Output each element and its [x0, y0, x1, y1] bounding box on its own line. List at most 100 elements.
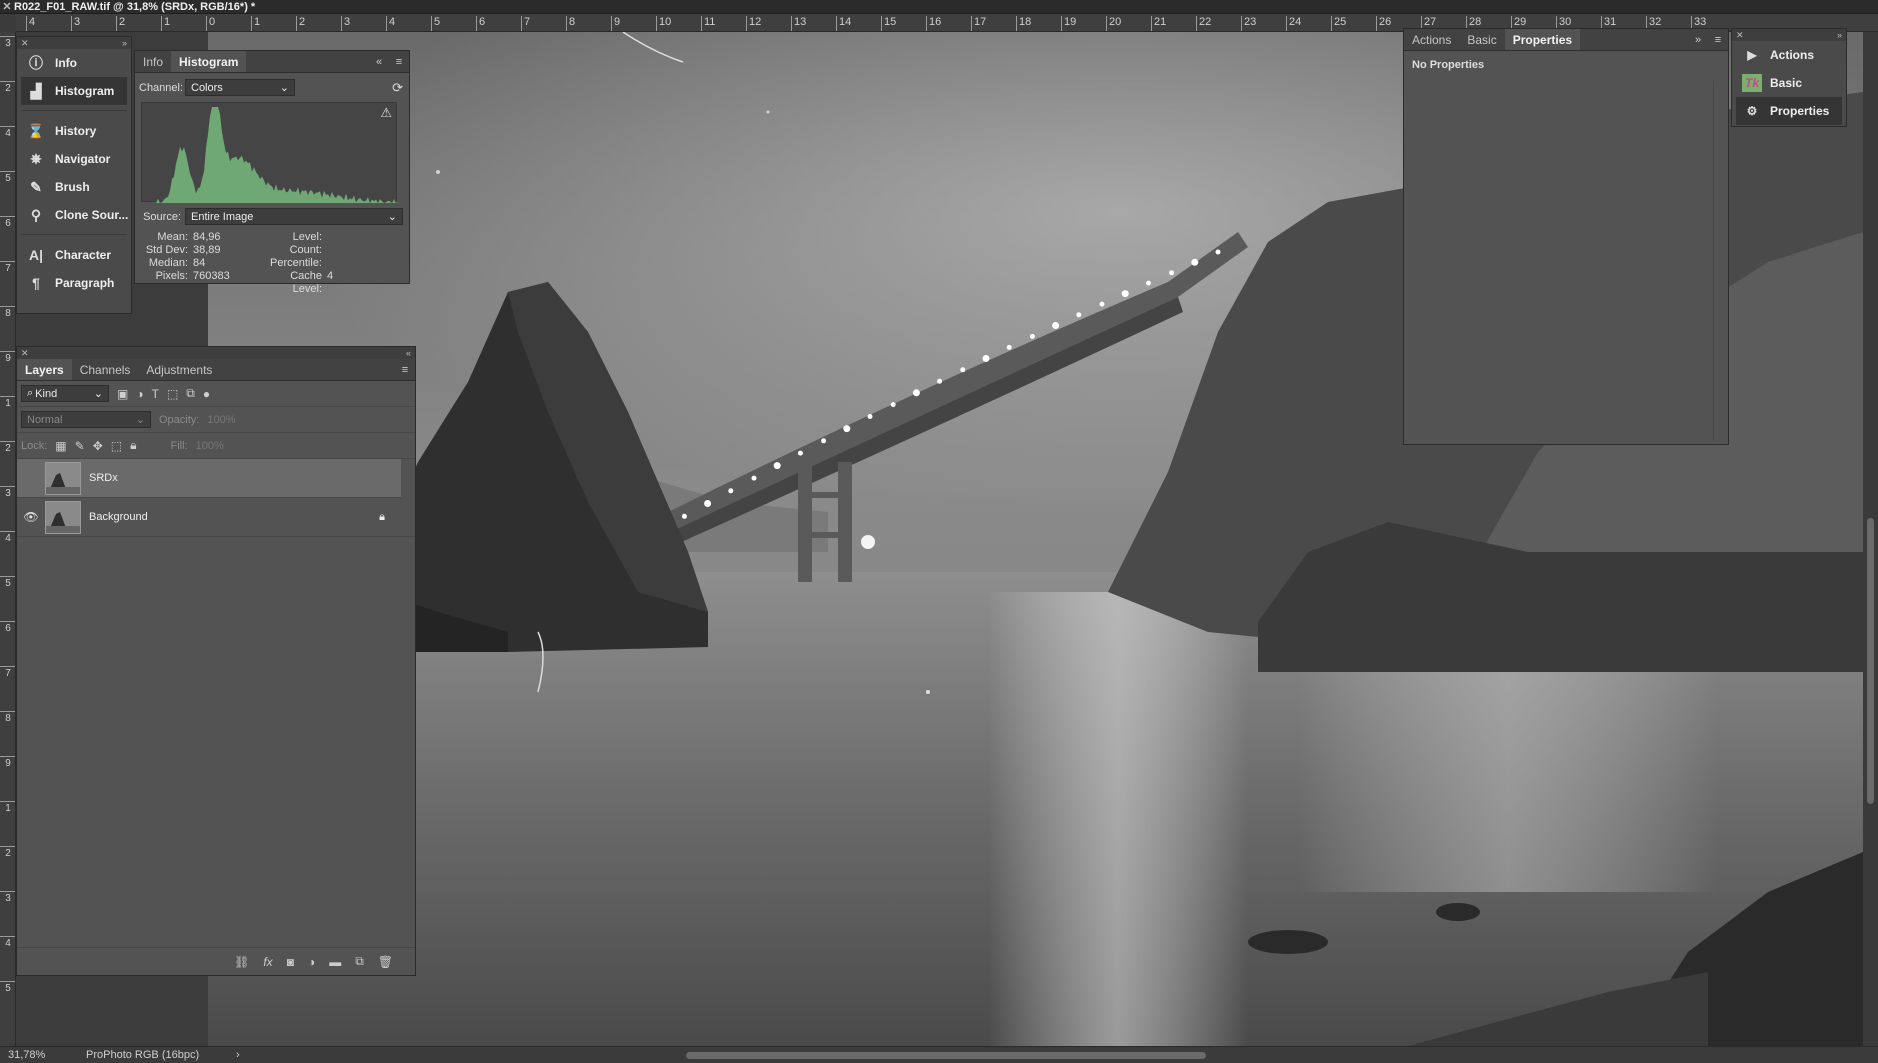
tab-histogram[interactable]: Histogram	[171, 51, 247, 72]
horizontal-scroll-thumb[interactable]	[686, 1052, 1206, 1059]
vertical-scroll-thumb[interactable]	[1867, 518, 1874, 804]
channel-select[interactable]: Colors ⌄	[185, 79, 295, 96]
histogram-icon: ▟	[30, 82, 42, 99]
add-mask-icon[interactable]: ◙	[287, 955, 294, 969]
clone-source-icon: ⚲	[30, 206, 42, 223]
close-document-icon[interactable]: ✕	[0, 0, 14, 13]
collapse-panel-icon[interactable]: «	[369, 51, 389, 72]
fill-label: Fill:	[170, 439, 188, 452]
source-select[interactable]: Entire Image ⌄	[185, 208, 403, 225]
blend-row: Normal ⌄ Opacity: 100%	[17, 407, 415, 433]
expand-panel-icon[interactable]: »	[1688, 29, 1708, 50]
new-group-icon[interactable]: ▬	[329, 955, 341, 969]
zoom-level[interactable]: 31,78%	[0, 1049, 86, 1061]
layer-thumbnail	[45, 461, 81, 495]
lock-position-icon[interactable]: ✥	[93, 439, 103, 453]
dock-item-actions[interactable]: ▶ Actions	[1732, 41, 1846, 69]
character-icon: A|	[28, 247, 44, 263]
panel-menu-icon[interactable]: ≡	[389, 51, 409, 72]
bridge-light	[821, 438, 827, 444]
layers-dock-header: ✕ «	[17, 347, 415, 359]
ruler-tick-label: 10	[656, 16, 671, 31]
chevron-down-icon: ⌄	[279, 82, 289, 94]
tab-info[interactable]: Info	[135, 51, 171, 72]
ruler-tick-label: 12	[746, 16, 761, 31]
dock-item-properties[interactable]: ⚙ Properties	[1736, 97, 1842, 125]
bridge-light	[704, 500, 712, 507]
vertical-scrollbar[interactable]	[1863, 32, 1878, 1046]
dock-item-info[interactable]: ⓘ Info	[17, 49, 131, 77]
layer-row-srdx[interactable]: SRDx	[17, 459, 401, 498]
lock-icon[interactable]: 🔒︎	[379, 511, 385, 524]
filter-kind-select[interactable]: ⌕ Kind ⌄	[21, 385, 109, 402]
ruler-tick-label: 0	[206, 16, 215, 31]
fx-icon[interactable]: fx	[263, 955, 272, 969]
ruler-tick-label: 2	[116, 16, 125, 31]
lock-transparent-icon[interactable]: ▦	[55, 439, 66, 453]
collapse-icon[interactable]: »	[122, 38, 127, 48]
collapse-icon[interactable]: »	[1837, 30, 1842, 40]
ruler-tick-label: 14	[836, 16, 851, 31]
vertical-ruler[interactable]: 3 2 4 5 6 7 8 9 1 2 3 4 5 6 7 8 9 1 2 3 4 5	[0, 32, 16, 1046]
ruler-tick-label: 9	[0, 756, 15, 769]
tab-basic[interactable]: Basic	[1459, 29, 1504, 50]
tab-adjustments[interactable]: Adjustments	[138, 359, 220, 380]
type-layer-filter-icon[interactable]: T	[152, 387, 159, 401]
bridge-light	[867, 414, 873, 419]
tab-layers[interactable]: Layers	[17, 359, 72, 380]
document-profile[interactable]: ProPhoto RGB (16bpc)	[86, 1049, 236, 1061]
blend-mode-select[interactable]: Normal ⌄	[21, 411, 151, 428]
layer-name: Background	[89, 511, 148, 523]
trash-icon[interactable]: 🗑︎	[378, 955, 393, 969]
ruler-tick-label: 21	[1151, 16, 1166, 31]
new-layer-icon[interactable]: ⧉	[355, 954, 364, 969]
lock-artboard-icon[interactable]: ⬚	[111, 439, 122, 453]
panel-menu-icon[interactable]: ≡	[1708, 29, 1728, 50]
layers-tabs: Layers Channels Adjustments ≡	[17, 359, 415, 381]
panel-menu-icon[interactable]: ≡	[395, 359, 415, 380]
lock-image-icon[interactable]: ✎	[75, 439, 85, 453]
warning-icon[interactable]: ⚠	[380, 105, 392, 121]
fill-value[interactable]: 100%	[196, 440, 224, 452]
dock-item-character[interactable]: A| Character	[17, 241, 131, 269]
dock-item-brush[interactable]: ✎ Brush	[17, 173, 131, 201]
lock-row: Lock: ▦ ✎ ✥ ⬚ 🔒︎ Fill: 100%	[17, 433, 415, 459]
ruler-tick-label: 4	[0, 126, 15, 139]
close-icon[interactable]: ✕	[21, 38, 29, 49]
refresh-icon[interactable]: ⟳	[392, 80, 403, 96]
info-icon: ⓘ	[29, 55, 43, 71]
lock-all-icon[interactable]: 🔒︎	[130, 438, 136, 453]
ruler-tick-label: 1	[0, 396, 15, 409]
dock-item-basic[interactable]: Tk Basic	[1732, 69, 1846, 97]
tab-channels[interactable]: Channels	[72, 359, 139, 380]
close-icon[interactable]: ✕	[1736, 30, 1744, 41]
ruler-tick-label: 3	[0, 36, 15, 49]
dock-item-paragraph[interactable]: ¶ Paragraph	[17, 269, 131, 297]
ruler-tick-label: 11	[701, 16, 715, 31]
dock-item-navigator[interactable]: ✵ Navigator	[17, 145, 131, 173]
dock-item-history[interactable]: ⌛ History	[17, 117, 131, 145]
dock-item-histogram[interactable]: ▟ Histogram	[21, 77, 127, 105]
brush-icon: ✎	[30, 178, 42, 195]
eye-icon[interactable]: 👁︎	[17, 510, 45, 524]
new-adjustment-icon[interactable]: ◑	[308, 955, 315, 969]
pixel-layer-filter-icon[interactable]: ▣	[117, 387, 128, 401]
ruler-tick-label: 3	[341, 16, 350, 31]
smart-object-filter-icon[interactable]: ⧉	[186, 386, 195, 401]
shape-layer-filter-icon[interactable]: ⬚	[167, 387, 178, 401]
document-title[interactable]: R022_F01_RAW.tif @ 31,8% (SRDx, RGB/16*)…	[14, 1, 255, 13]
layer-row-background[interactable]: 👁︎ Background 🔒︎	[17, 498, 415, 537]
tab-actions[interactable]: Actions	[1404, 29, 1459, 50]
filter-toggle-icon[interactable]: ●	[203, 387, 210, 401]
link-layers-icon[interactable]: ⛓	[234, 955, 249, 969]
dock-item-clone-source[interactable]: ⚲ Clone Sour...	[17, 201, 131, 229]
collapse-icon[interactable]: «	[406, 348, 411, 358]
adjustment-layer-filter-icon[interactable]: ◑	[136, 387, 143, 401]
opacity-value[interactable]: 100%	[207, 414, 235, 426]
layer-name: SRDx	[89, 472, 118, 484]
tab-properties[interactable]: Properties	[1504, 29, 1581, 50]
close-icon[interactable]: ✕	[21, 348, 29, 359]
ruler-tick-label: 18	[1016, 16, 1031, 31]
ruler-tick-label: 23	[1241, 16, 1256, 31]
chevron-right-icon[interactable]: ›	[236, 1049, 240, 1061]
